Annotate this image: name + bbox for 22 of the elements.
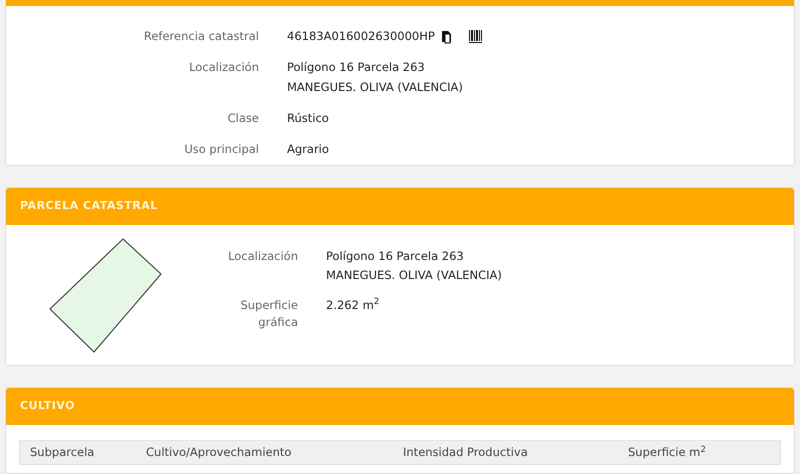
field-value: Polígono 16 Parcela 263	[287, 59, 425, 76]
field-value: Rústico	[287, 110, 329, 127]
field-label: Localización	[227, 248, 298, 265]
field-value: Polígono 16 Parcela 263	[326, 248, 464, 265]
field-label: Clase	[226, 110, 259, 127]
field-value: Agrario	[287, 141, 329, 158]
column-header: Superficie m$^{2}$	[628, 444, 707, 461]
field-label: Referencia catastral	[142, 28, 259, 45]
field-value: 2.262 m$^{2}$	[326, 296, 380, 314]
section-title: CULTIVO	[20, 398, 75, 414]
field-label: Superficie gráfica	[239, 296, 298, 331]
barcode-icon[interactable]	[468, 30, 483, 44]
field-label: Uso principal	[183, 141, 259, 158]
field-label: Localización	[188, 59, 259, 76]
section-title: PARCELA CATASTRAL	[20, 198, 158, 214]
column-header: Cultivo/Aprovechamiento	[146, 444, 292, 461]
column-header: Subparcela	[29, 444, 96, 461]
field-value: MANEGUES. OLIVA (VALENCIA)	[287, 78, 463, 96]
field-value: 46183A016002630000HP	[287, 28, 435, 45]
field-value: MANEGUES. OLIVA (VALENCIA)	[326, 267, 502, 284]
copy-icon[interactable]	[440, 30, 453, 44]
column-header: Intensidad Productiva	[403, 444, 529, 461]
